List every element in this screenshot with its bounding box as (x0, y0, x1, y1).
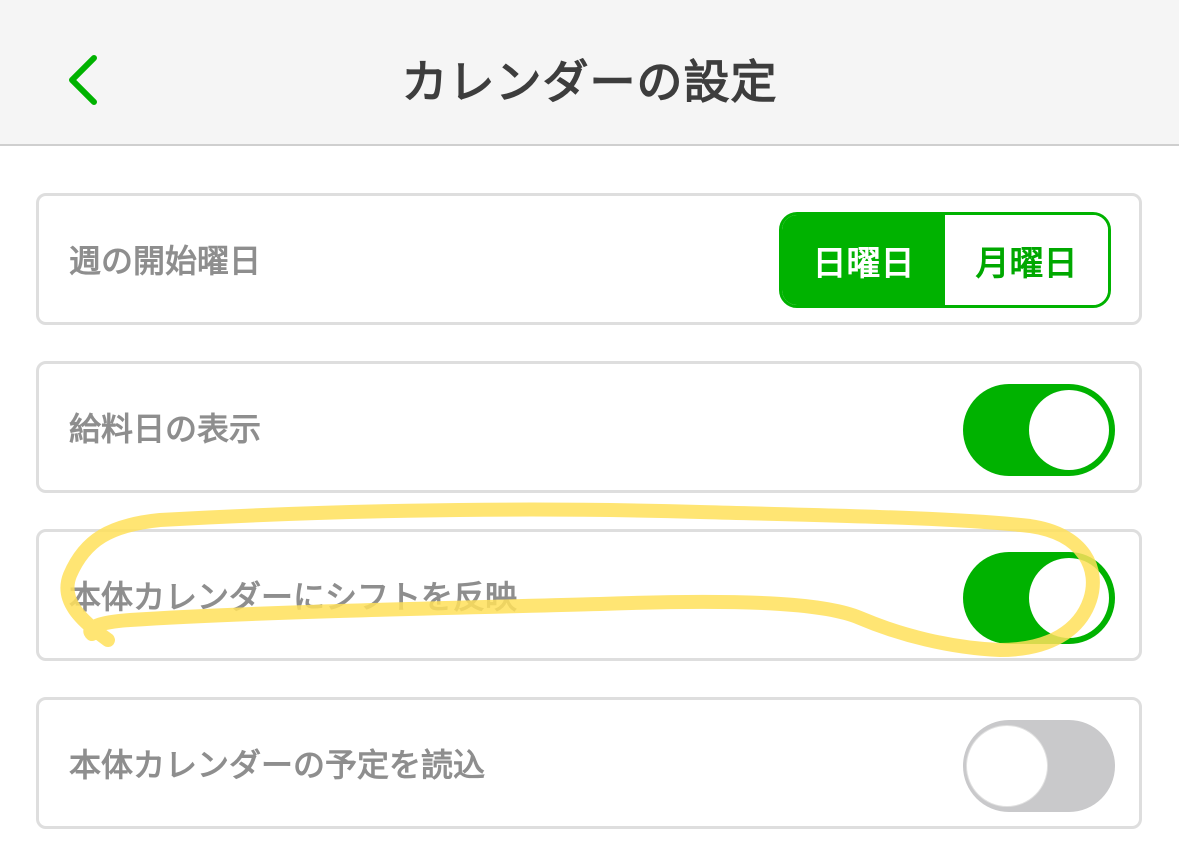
payday-label: 給料日の表示 (69, 410, 262, 448)
payday-toggle[interactable] (963, 384, 1115, 476)
toggle-knob (1029, 558, 1109, 638)
segment-monday[interactable]: 月曜日 (945, 215, 1108, 305)
week-start-segmented-control: 日曜日 月曜日 (779, 212, 1111, 308)
reflect-shift-label: 本体カレンダーにシフトを反映 (69, 578, 518, 616)
page-title: カレンダーの設定 (401, 55, 778, 109)
toggle-knob (967, 726, 1047, 806)
toggle-knob (1029, 390, 1109, 470)
setting-row-week-start: 週の開始曜日 日曜日 月曜日 (36, 193, 1142, 325)
reflect-shift-toggle[interactable] (963, 552, 1115, 644)
import-events-label: 本体カレンダーの予定を読込 (69, 746, 486, 784)
segment-sunday[interactable]: 日曜日 (782, 215, 945, 305)
nav-bar: カレンダーの設定 (0, 0, 1179, 146)
import-events-toggle[interactable] (963, 720, 1115, 812)
setting-row-payday: 給料日の表示 (36, 361, 1142, 493)
setting-row-reflect-shift: 本体カレンダーにシフトを反映 (36, 529, 1142, 661)
setting-row-import-events: 本体カレンダーの予定を読込 (36, 697, 1142, 829)
week-start-label: 週の開始曜日 (69, 242, 262, 280)
